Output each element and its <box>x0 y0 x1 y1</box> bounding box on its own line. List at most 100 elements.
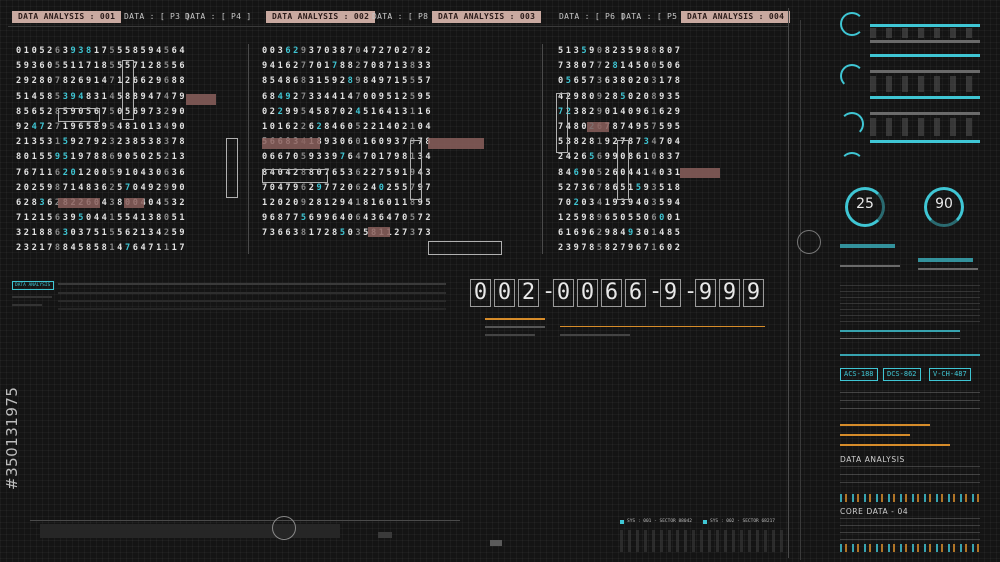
highlight-cell <box>124 198 144 208</box>
data-strip <box>12 304 42 306</box>
matrix-row: 2928078269147126629688 <box>16 76 188 87</box>
counter-digit: 9 <box>743 279 764 307</box>
matrix-row: 8548683159289849715557 <box>262 76 434 87</box>
matrix-row: 8015595197886905025213 <box>16 152 188 163</box>
signal-bar <box>918 258 973 262</box>
matrix-row: 9247271965895481013490 <box>16 121 188 132</box>
highlight-box <box>556 93 568 153</box>
data-analysis-tag-001[interactable]: DATA ANALYSIS : 001 <box>12 11 122 23</box>
status-dot-icon <box>703 520 707 524</box>
matrix-row: 5936055117185557128556 <box>16 61 188 72</box>
progress-line <box>840 330 960 332</box>
highlight-cell <box>680 168 720 178</box>
signal-bar <box>870 140 980 143</box>
progress-line <box>840 338 960 339</box>
data-strip <box>485 334 535 336</box>
data-analysis-mini-tag[interactable]: DATA ANALYSIS <box>12 281 54 290</box>
counter-digit: 0 <box>553 279 574 307</box>
data-strip <box>58 308 446 310</box>
data-p5-label: DATA : [ P5 ] <box>621 12 688 21</box>
number-matrix-1: 0105263938175558594564 593605511718555712… <box>16 44 256 257</box>
matrix-row: 8469052604414031 <box>558 167 683 178</box>
matrix-row: 7671162012005910430636 <box>16 167 188 178</box>
highlight-cell <box>587 122 609 132</box>
signal-bar <box>840 244 895 248</box>
matrix-row: 1016226284605221402104 <box>262 121 434 132</box>
right-scale-line <box>800 20 801 560</box>
matrix-row: 5382819278734704 <box>558 137 683 148</box>
matrix-row: 2025987148362570492990 <box>16 182 188 193</box>
serial-counter: 002-0066-9-999 <box>470 279 767 307</box>
counter-digit: 6 <box>601 279 622 307</box>
highlight-box <box>262 169 328 183</box>
signal-bar <box>870 54 980 57</box>
data-p3-label: DATA : [ P3 ] <box>124 12 191 21</box>
signal-bar <box>918 268 978 270</box>
counter-digit: 0 <box>470 279 491 307</box>
matrix-row: 4298092850208935 <box>558 91 683 102</box>
counter-dash: - <box>649 279 663 304</box>
matrix-row: 0667059339764701798134 <box>262 152 434 163</box>
status-dot-icon <box>620 520 624 524</box>
counter-digit: 9 <box>660 279 681 307</box>
highlight-box <box>428 241 502 255</box>
highlight-cell <box>428 138 484 149</box>
matrix-row: 2397858279671602 <box>558 243 683 254</box>
tag-vch[interactable]: V-CH-487 <box>929 368 971 381</box>
progress-line <box>840 354 980 356</box>
bottom-divider <box>30 520 460 521</box>
data-p6-label: DATA : [ P6 ] <box>559 12 626 21</box>
data-analysis-tag-002[interactable]: DATA ANALYSIS : 002 <box>266 11 376 23</box>
scale-knob-icon[interactable] <box>797 230 821 254</box>
data-strip <box>12 296 52 298</box>
highlight-box <box>58 108 100 122</box>
gauge-value-1: 25 <box>856 196 874 212</box>
matrix-row: 5135908235988807 <box>558 46 683 56</box>
highlight-cell <box>58 198 100 208</box>
sys-002-label: SYS : 002 - SECTOR 68217 <box>710 519 776 524</box>
highlight-box <box>410 140 422 200</box>
signal-bar <box>870 96 980 99</box>
target-ring-icon <box>272 516 296 540</box>
right-panel-divider <box>788 8 789 558</box>
signal-bar <box>870 24 980 27</box>
matrix-row: 8565285905675056973290 <box>16 106 188 117</box>
matrix-row: 7238290140961629 <box>558 106 683 117</box>
matrix-divider-2 <box>542 44 543 254</box>
core-data-label: CORE DATA - 04 <box>840 507 909 516</box>
bottom-block <box>378 532 392 538</box>
orange-bar <box>840 444 950 446</box>
data-p4-label: DATA : [ P4 ] <box>185 12 252 21</box>
data-analysis-label: DATA ANALYSIS <box>840 455 905 464</box>
highlight-box <box>122 60 134 120</box>
matrix-row: 2426569908610837 <box>558 152 683 163</box>
counter-underline <box>485 318 545 320</box>
data-strip <box>485 326 545 328</box>
tag-dcs[interactable]: DCS-862 <box>883 368 921 381</box>
data-analysis-tag-003[interactable]: DATA ANALYSIS : 003 <box>432 11 542 23</box>
highlight-box <box>226 138 238 198</box>
matrix-row: 0105263938175558594564 <box>16 46 188 56</box>
tag-acs[interactable]: ACS-188 <box>840 368 878 381</box>
counter-digit: 2 <box>518 279 539 307</box>
counter-dash: - <box>684 279 698 304</box>
data-strip <box>58 300 446 302</box>
matrix-row: 3218863037515562134259 <box>16 228 188 239</box>
header-divider <box>8 26 788 27</box>
counter-underline <box>560 326 765 327</box>
matrix-row: 0565736380203178 <box>558 76 683 87</box>
data-strip <box>58 283 446 285</box>
matrix-row: 6849273344147009512595 <box>262 91 434 102</box>
signal-bar <box>870 40 980 43</box>
highlight-cell <box>368 227 390 237</box>
barcode-strip <box>840 544 980 552</box>
counter-dash: - <box>542 279 556 304</box>
highlight-box <box>617 140 629 200</box>
data-analysis-tag-004[interactable]: DATA ANALYSIS : 004 <box>681 11 791 23</box>
bottom-block <box>490 540 502 546</box>
matrix-row: 2321788458581476471117 <box>16 243 188 254</box>
orange-bar <box>840 434 910 436</box>
mini-gauge-icon <box>840 152 864 176</box>
data-strip <box>560 334 630 336</box>
counter-digit: 0 <box>577 279 598 307</box>
